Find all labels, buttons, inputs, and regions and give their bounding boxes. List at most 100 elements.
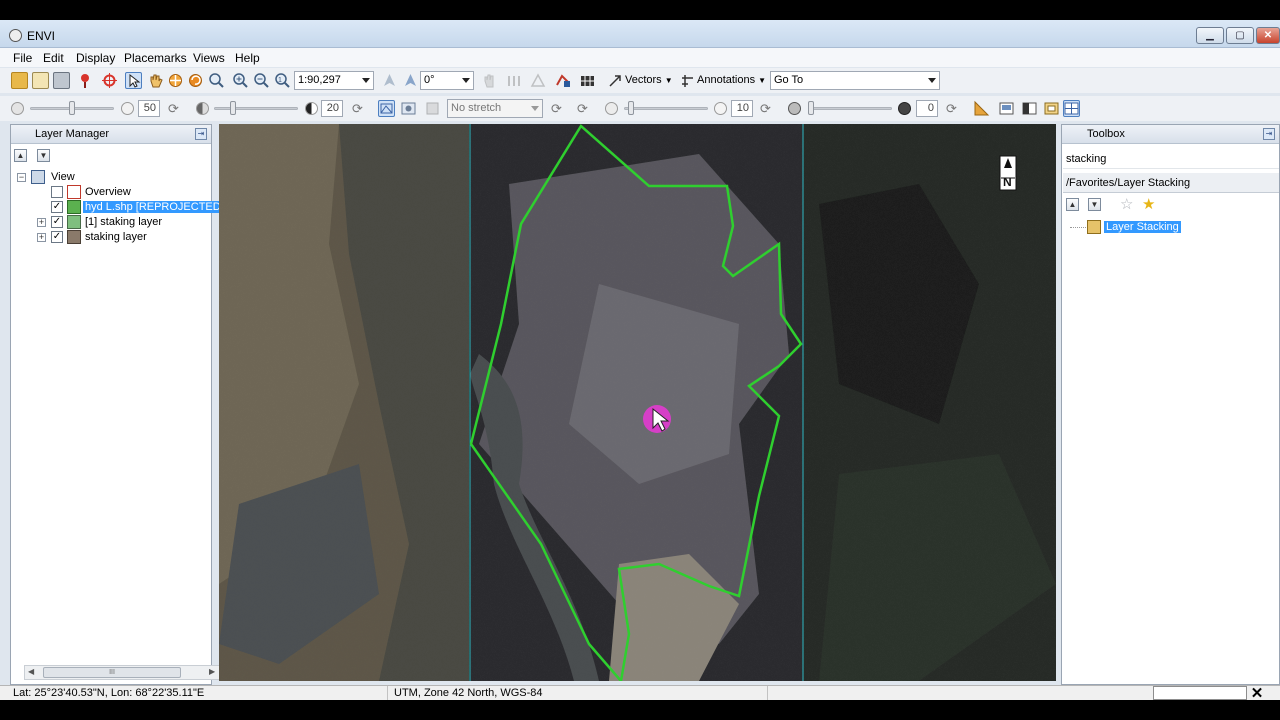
brightness-reset-icon[interactable]: ⟳	[168, 102, 179, 115]
crop-icon[interactable]	[53, 72, 70, 89]
swipe-icon[interactable]	[506, 72, 523, 89]
cursor-value-icon[interactable]	[481, 72, 498, 89]
transparency-slider[interactable]	[808, 107, 892, 110]
pin-icon[interactable]: ⇥	[195, 128, 207, 140]
single-view-icon[interactable]	[1021, 100, 1038, 117]
star-filled-icon[interactable]: ★	[1142, 197, 1155, 212]
brightness-slider-handle[interactable]	[69, 101, 75, 115]
scrollbar-thumb[interactable]: III	[43, 667, 181, 678]
scale-combo[interactable]: 1:90,297	[294, 71, 374, 90]
brightness-value[interactable]: 50	[138, 100, 160, 117]
tree-view-node[interactable]: − View	[17, 170, 207, 185]
chevron-down-icon	[462, 78, 470, 83]
rotate-north-icon[interactable]	[381, 72, 398, 89]
map-view[interactable]: N	[219, 124, 1056, 681]
menu-edit[interactable]: Edit	[43, 51, 64, 65]
transparency-value[interactable]: 0	[916, 100, 938, 117]
close-icon[interactable]: ✕	[1248, 686, 1266, 700]
transparency-icon	[788, 102, 801, 115]
open-folder-icon[interactable]	[11, 72, 28, 89]
move-layer-up-button[interactable]: ▲	[14, 149, 27, 162]
annotations-icon[interactable]	[679, 72, 696, 89]
tree-item-overview[interactable]: Overview	[17, 185, 207, 200]
star-outline-icon[interactable]: ☆	[1120, 197, 1133, 212]
layout-icon[interactable]	[998, 100, 1015, 117]
sharpen-slider[interactable]	[624, 107, 708, 110]
expand-icon[interactable]: +	[37, 218, 46, 227]
menu-help[interactable]: Help	[235, 51, 260, 65]
scroll-right-icon[interactable]: ▶	[209, 667, 215, 676]
portal-icon[interactable]	[1043, 100, 1060, 117]
menu-bar: File Edit Display Placemarks Views Help	[0, 48, 1280, 67]
toolbox-title: Toolbox	[1087, 128, 1125, 140]
stretch-reset-icon[interactable]: ⟳	[577, 102, 588, 115]
sharpen-slider-handle[interactable]	[628, 101, 634, 115]
overview-checkbox[interactable]	[51, 186, 63, 198]
zoom-in-icon[interactable]	[232, 72, 249, 89]
vector-edit-icon[interactable]	[554, 72, 571, 89]
rotation-combo[interactable]: 0°	[420, 71, 474, 90]
collapse-icon[interactable]: −	[17, 173, 26, 182]
raster-layer-icon	[67, 230, 81, 244]
transparency-reset-icon[interactable]: ⟳	[946, 102, 957, 115]
vectors-arrow-icon[interactable]	[607, 72, 624, 89]
vectors-menu-button[interactable]: Vectors ▼	[625, 74, 673, 86]
rotate-icon[interactable]	[187, 72, 204, 89]
close-window-button[interactable]: ✕	[1256, 27, 1280, 44]
staking-layer-1-checkbox[interactable]: ✓	[51, 216, 63, 228]
minimize-button[interactable]: ▁	[1196, 27, 1224, 44]
pin-icon[interactable]: ⇥	[1263, 128, 1275, 140]
pan-hand-icon[interactable]	[147, 72, 164, 89]
fly-icon[interactable]	[167, 72, 184, 89]
layer-manager-header: Layer Manager ⇥	[11, 125, 211, 144]
histogram-icon[interactable]	[424, 100, 441, 117]
hyd-shapefile-checkbox[interactable]: ✓	[51, 201, 63, 213]
menu-placemarks[interactable]: Placemarks	[124, 51, 187, 65]
multi-view-icon[interactable]	[1063, 100, 1080, 117]
zoom-box-icon[interactable]	[208, 72, 225, 89]
expand-all-button[interactable]: ▼	[1088, 198, 1101, 211]
stretch-mode-icon[interactable]	[400, 100, 417, 117]
stretch-combo[interactable]: No stretch	[447, 99, 543, 118]
transparency-slider-handle[interactable]	[808, 101, 814, 115]
goto-combo[interactable]: Go To	[770, 71, 940, 90]
contrast-reset-icon[interactable]: ⟳	[352, 102, 363, 115]
menu-views[interactable]: Views	[193, 51, 225, 65]
select-arrow-icon[interactable]	[125, 72, 142, 89]
stretch-type-icon[interactable]	[378, 100, 395, 117]
zoom-full-icon[interactable]: 1	[274, 72, 291, 89]
grid-icon[interactable]	[579, 72, 596, 89]
sharpen-value[interactable]: 10	[731, 100, 753, 117]
tree-item-staking-layer[interactable]: + ✓ staking layer	[17, 230, 207, 245]
stretch-refresh-icon[interactable]: ⟳	[551, 102, 562, 115]
contrast-slider-handle[interactable]	[230, 101, 236, 115]
placemark-icon[interactable]	[77, 72, 94, 89]
collapse-all-button[interactable]: ▲	[1066, 198, 1079, 211]
toolbox-search-input[interactable]: stacking	[1063, 151, 1279, 169]
tree-item-hyd-shapefile[interactable]: ✓ hyd L.shp [REPROJECTED]	[17, 200, 226, 215]
expand-icon[interactable]: +	[37, 233, 46, 242]
layer-manager-hscrollbar[interactable]: ◀ III ▶	[24, 665, 220, 680]
menu-display[interactable]: Display	[76, 51, 115, 65]
sharpen-reset-icon[interactable]: ⟳	[760, 102, 771, 115]
zoom-out-icon[interactable]	[253, 72, 270, 89]
tool-item-layer-stacking[interactable]: Layer Stacking	[1070, 220, 1270, 235]
measure-icon[interactable]	[973, 100, 990, 117]
annotations-menu-button[interactable]: Annotations ▼	[697, 74, 766, 86]
tree-item-staking-layer-1[interactable]: + ✓ [1] staking layer	[17, 215, 207, 230]
menu-file[interactable]: File	[13, 51, 32, 65]
rotate-view-icon[interactable]	[402, 72, 419, 89]
flicker-icon[interactable]	[530, 72, 547, 89]
maximize-button[interactable]: ▢	[1226, 27, 1254, 44]
contrast-slider[interactable]	[214, 107, 298, 110]
title-bar: ENVI ▁ ▢ ✕	[0, 20, 1280, 48]
data-manager-icon[interactable]	[32, 72, 49, 89]
contrast-max-icon	[305, 102, 318, 115]
satellite-image[interactable]: N	[219, 124, 1056, 681]
main-toolbar: 1 1:90,297 0° Vectors ▼ Annotations ▼ Go…	[0, 68, 1280, 93]
staking-layer-checkbox[interactable]: ✓	[51, 231, 63, 243]
contrast-value[interactable]: 20	[321, 100, 343, 117]
scroll-left-icon[interactable]: ◀	[28, 667, 34, 676]
move-layer-down-button[interactable]: ▼	[37, 149, 50, 162]
crosshair-icon[interactable]	[101, 72, 118, 89]
